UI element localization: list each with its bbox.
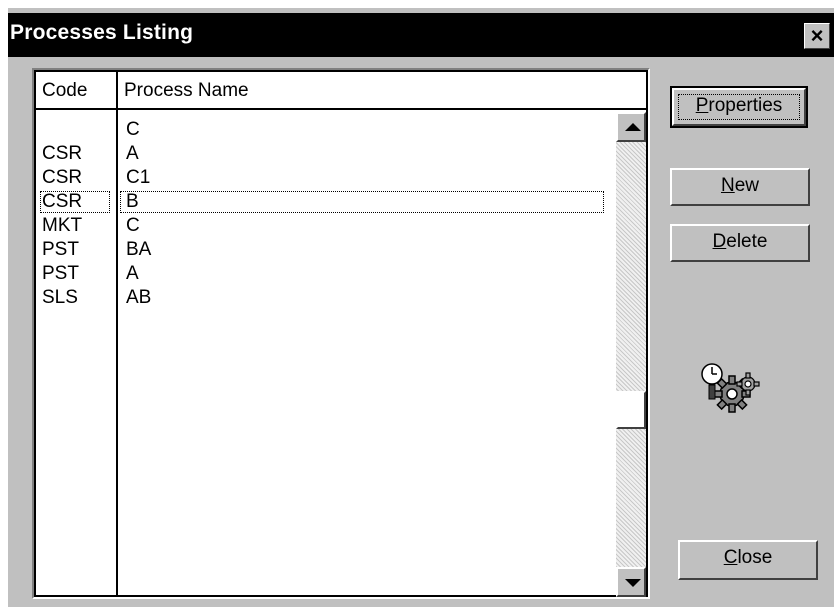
cell-process-name: B bbox=[126, 191, 139, 212]
cell-code: CSR bbox=[42, 191, 83, 212]
list-item[interactable]: PST BA bbox=[36, 238, 606, 262]
vertical-scrollbar[interactable] bbox=[616, 112, 646, 597]
focus-rectangle bbox=[678, 94, 800, 120]
close-label-rest: lose bbox=[737, 547, 773, 568]
cell-code: PST bbox=[42, 239, 79, 260]
cell-process-name: C bbox=[126, 119, 140, 140]
cell-code: MKT bbox=[42, 215, 83, 236]
scroll-up-button[interactable] bbox=[616, 112, 646, 142]
properties-button[interactable]: Properties bbox=[670, 86, 808, 128]
column-header-code[interactable]: Code bbox=[36, 72, 118, 110]
window-title: Processes Listing bbox=[10, 21, 194, 44]
list-header: Code Process Name bbox=[36, 72, 648, 112]
cell-process-name: C bbox=[126, 215, 140, 236]
delete-label-rest: elete bbox=[726, 231, 768, 252]
title-bar: Processes Listing × bbox=[8, 13, 834, 57]
delete-button[interactable]: Delete bbox=[670, 224, 810, 262]
close-button[interactable]: Close bbox=[678, 540, 818, 580]
delete-label: Delete bbox=[713, 226, 768, 258]
new-label: New bbox=[721, 170, 759, 202]
gear-clock-icon bbox=[701, 363, 760, 413]
list-item[interactable]: C bbox=[36, 118, 606, 142]
new-mnemonic: N bbox=[720, 175, 735, 196]
close-mnemonic: C bbox=[723, 547, 738, 568]
processes-dialog: Processes Listing × Code Process Name CC… bbox=[8, 8, 834, 607]
cell-process-name: A bbox=[126, 263, 139, 284]
close-label: Close bbox=[724, 542, 773, 574]
cell-code: CSR bbox=[42, 167, 83, 188]
list-item[interactable]: CSR B bbox=[36, 190, 606, 214]
process-list[interactable]: Code Process Name C CSR A CSR C1 CSR B MKT C PST B… bbox=[32, 68, 650, 599]
list-item[interactable]: SLS AB bbox=[36, 286, 606, 310]
cell-process-name: BA bbox=[126, 239, 152, 260]
cell-code: PST bbox=[42, 263, 79, 284]
delete-mnemonic: D bbox=[712, 231, 727, 252]
cell-process-name: C1 bbox=[126, 167, 151, 188]
cell-process-name: A bbox=[126, 143, 139, 164]
column-header-process-name[interactable]: Process Name bbox=[118, 72, 648, 110]
list-item[interactable]: PST A bbox=[36, 262, 606, 286]
cell-code: SLS bbox=[42, 287, 78, 308]
list-item[interactable]: CSR A bbox=[36, 142, 606, 166]
new-label-rest: ew bbox=[734, 175, 760, 196]
cell-code: CSR bbox=[42, 143, 83, 164]
focus-rectangle bbox=[120, 191, 604, 213]
down-arrow-icon bbox=[625, 579, 641, 587]
list-item[interactable]: MKT C bbox=[36, 214, 606, 238]
scroll-thumb[interactable] bbox=[616, 391, 646, 429]
cell-process-name: AB bbox=[126, 287, 152, 308]
new-button[interactable]: New bbox=[670, 168, 810, 206]
close-icon[interactable]: × bbox=[804, 23, 830, 49]
list-frame: Code Process Name C CSR A CSR C1 CSR B MKT C PST B… bbox=[34, 70, 648, 597]
list-item[interactable]: CSR C1 bbox=[36, 166, 606, 190]
up-arrow-icon bbox=[625, 123, 641, 131]
scroll-down-button[interactable] bbox=[616, 567, 646, 597]
